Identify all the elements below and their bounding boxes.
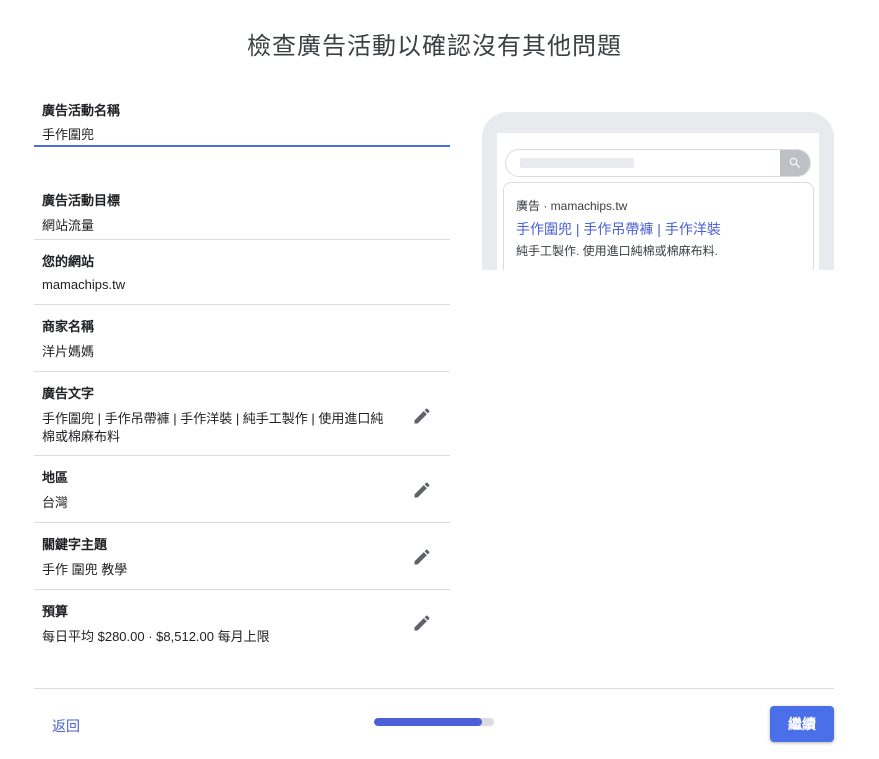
- keyword-themes-field: 關鍵字主題 手作 圍兜 教學: [34, 523, 450, 590]
- progress-fill: [374, 718, 482, 726]
- page-title: 檢查廣告活動以確認沒有其他問題: [247, 33, 622, 60]
- keyword-themes-label: 關鍵字主題: [42, 537, 108, 552]
- budget-field: 預算 每日平均 $280.00 · $8,512.00 每月上限: [34, 590, 450, 657]
- pencil-icon: [414, 549, 430, 565]
- edit-budget-button[interactable]: [410, 611, 434, 635]
- preview-search-bar: [505, 149, 811, 177]
- website-value: mamachips.tw: [42, 277, 126, 292]
- campaign-review-form: 廣告活動名稱 手作圍兜 廣告活動目標 網站流量 您的網站 mamachips.t…: [34, 90, 450, 657]
- edit-keywords-button[interactable]: [410, 545, 434, 569]
- edit-ad-text-button[interactable]: [410, 404, 434, 428]
- pencil-icon: [414, 615, 430, 631]
- ad-text-field: 廣告文字 手作圍兜 | 手作吊帶褲 | 手作洋裝 | 純手工製作 | 使用進口純…: [34, 372, 450, 456]
- region-label: 地區: [42, 470, 69, 485]
- search-placeholder-bar: [520, 158, 634, 168]
- search-icon: [789, 157, 800, 168]
- preview-search-button: [780, 150, 810, 176]
- ad-text-value: 手作圍兜 | 手作吊帶褲 | 手作洋裝 | 純手工製作 | 使用進口純棉或棉麻布…: [42, 411, 384, 444]
- preview-ad-meta: 廣告 · mamachips.tw: [516, 199, 628, 213]
- ad-text-label: 廣告文字: [42, 386, 95, 401]
- campaign-name-value[interactable]: 手作圍兜: [42, 126, 442, 144]
- campaign-name-field[interactable]: 廣告活動名稱 手作圍兜: [34, 90, 450, 147]
- campaign-name-label: 廣告活動名稱: [42, 103, 121, 118]
- website-field: 您的網站 mamachips.tw: [34, 240, 450, 305]
- progress-bar: [374, 718, 494, 726]
- campaign-goal-value: 網站流量: [42, 218, 95, 233]
- preview-ad-headline: 手作圍兜 | 手作吊帶褲 | 手作洋裝: [516, 221, 721, 237]
- region-field: 地區 台灣: [34, 456, 450, 523]
- footer-divider: [34, 688, 834, 689]
- preview-ad-card: 廣告 · mamachips.tw 手作圍兜 | 手作吊帶褲 | 手作洋裝 純手…: [503, 182, 814, 270]
- keyword-themes-value: 手作 圍兜 教學: [42, 562, 128, 577]
- ad-preview-phone: 廣告 · mamachips.tw 手作圍兜 | 手作吊帶褲 | 手作洋裝 純手…: [482, 112, 834, 270]
- business-name-value: 洋片媽媽: [42, 344, 95, 359]
- continue-button[interactable]: 繼續: [770, 706, 834, 742]
- budget-value: 每日平均 $280.00 · $8,512.00 每月上限: [42, 629, 270, 644]
- phone-screen: 廣告 · mamachips.tw 手作圍兜 | 手作吊帶褲 | 手作洋裝 純手…: [497, 133, 819, 270]
- back-button[interactable]: 返回: [52, 716, 80, 736]
- preview-ad-description: 純手工製作. 使用進口純棉或棉麻布料.: [516, 244, 719, 258]
- region-value: 台灣: [42, 495, 69, 510]
- pencil-icon: [414, 408, 430, 424]
- budget-label: 預算: [42, 604, 69, 619]
- business-name-field: 商家名稱 洋片媽媽: [34, 305, 450, 372]
- campaign-goal-label: 廣告活動目標: [42, 193, 121, 208]
- pencil-icon: [414, 482, 430, 498]
- website-label: 您的網站: [42, 254, 95, 269]
- edit-region-button[interactable]: [410, 478, 434, 502]
- campaign-goal-field: 廣告活動目標 網站流量: [34, 147, 450, 240]
- business-name-label: 商家名稱: [42, 319, 95, 334]
